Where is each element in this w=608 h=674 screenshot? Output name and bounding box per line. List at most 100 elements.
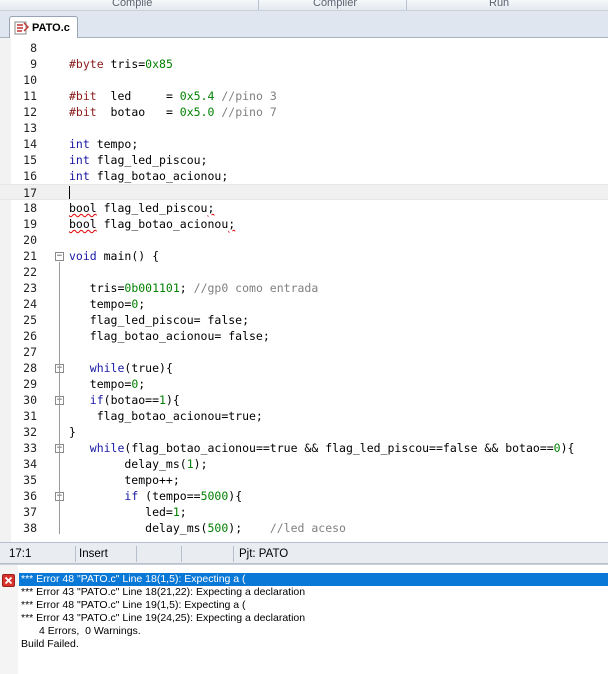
line-number: 23 <box>23 281 37 295</box>
line-number: 19 <box>23 217 37 231</box>
code-line[interactable]: 20 <box>0 232 608 248</box>
text-caret <box>69 186 70 199</box>
status-empty-cell <box>182 546 234 562</box>
code-text: int tempo; <box>69 137 139 151</box>
code-line[interactable]: 12 #bit botao = 0x5.0 //pino 7 <box>0 104 608 120</box>
line-number: 32 <box>23 425 37 439</box>
line-number: 36 <box>23 489 37 503</box>
code-line[interactable]: 28− while(true){ <box>0 360 608 376</box>
code-line[interactable]: 31 flag_botao_acionou=true; <box>0 408 608 424</box>
code-line[interactable]: 26 flag_botao_acionou= false; <box>0 328 608 344</box>
code-line[interactable]: 16 int flag_botao_acionou; <box>0 168 608 184</box>
code-text: delay_ms(1); <box>69 457 208 471</box>
code-text: tris=0b001101; //gp0 como entrada <box>69 281 319 295</box>
code-text: while(true){ <box>89 361 173 375</box>
code-line[interactable]: 24 tempo=0; <box>0 296 608 312</box>
code-text: #byte tris=0x85 <box>69 57 173 71</box>
code-editor[interactable]: 8 9 #byte tris=0x85 10 11 #bit led = 0x5.4 //… <box>0 38 608 542</box>
line-number: 16 <box>23 169 37 183</box>
line-number: 33 <box>23 441 37 455</box>
line-number: 34 <box>23 457 37 471</box>
code-line[interactable]: 27 <box>0 344 608 360</box>
fold-guide-line <box>59 262 60 534</box>
line-number: 38 <box>23 521 37 535</box>
code-text: led=1; <box>69 505 187 519</box>
code-line[interactable]: 29 tempo=0; <box>0 376 608 392</box>
code-text: } <box>69 425 76 439</box>
code-line[interactable]: 17 <box>0 184 608 200</box>
line-number: 31 <box>23 409 37 423</box>
code-line[interactable]: 21 − void main() { <box>0 248 608 264</box>
output-message[interactable]: *** Error 43 "PATO.c" Line 18(21,22): Ex… <box>19 586 608 599</box>
output-panel[interactable]: *** Error 48 "PATO.c" Line 18(1,5): Expe… <box>0 564 608 674</box>
line-number: 13 <box>23 121 37 135</box>
code-line[interactable]: 8 <box>0 40 608 56</box>
code-text: #bit botao = 0x5.0 //pino 7 <box>69 105 277 119</box>
code-text: while(flag_botao_acionou==true && flag_l… <box>89 441 575 455</box>
line-number: 17 <box>23 186 37 200</box>
ribbon-separator <box>258 0 259 10</box>
code-line[interactable]: 25 flag_led_piscou= false; <box>0 312 608 328</box>
code-text: bool flag_led_piscou; <box>69 201 215 215</box>
code-line[interactable]: 23 tris=0b001101; //gp0 como entrada <box>0 280 608 296</box>
code-line[interactable]: 22 <box>0 264 608 280</box>
code-line[interactable]: 10 <box>0 72 608 88</box>
code-line[interactable]: 11 #bit led = 0x5.4 //pino 3 <box>0 88 608 104</box>
c-source-file-icon <box>14 21 29 35</box>
code-text: #bit led = 0x5.4 //pino 3 <box>69 89 277 103</box>
line-number: 10 <box>23 73 37 87</box>
code-text: tempo=0; <box>69 377 146 391</box>
line-number: 25 <box>23 313 37 327</box>
output-message[interactable]: Build Failed. <box>19 638 608 651</box>
line-number: 8 <box>30 41 37 55</box>
code-text: if(botao==1){ <box>89 393 180 407</box>
code-line[interactable]: 34 delay_ms(1); <box>0 456 608 472</box>
line-number: 24 <box>23 297 37 311</box>
cursor-position: 17:1 <box>6 546 76 562</box>
output-message[interactable]: *** Error 43 "PATO.c" Line 19(24,25): Ex… <box>19 612 608 625</box>
code-line[interactable]: 18 bool flag_led_piscou; <box>0 200 608 216</box>
edit-mode: Insert <box>76 546 137 562</box>
code-line[interactable]: 35 tempo++; <box>0 472 608 488</box>
code-line[interactable]: 14 int tempo; <box>0 136 608 152</box>
code-text: delay_ms(500); //led aceso <box>69 521 346 535</box>
line-number: 9 <box>30 57 37 71</box>
line-number: 18 <box>23 201 37 215</box>
line-number: 27 <box>23 345 37 359</box>
line-number: 14 <box>23 137 37 151</box>
code-text: tempo++; <box>69 473 180 487</box>
tab-label: PATO.c <box>32 22 70 34</box>
code-text: flag_botao_acionou=true; <box>69 409 263 423</box>
code-text: bool flag_botao_acionou; <box>69 217 236 231</box>
ribbon-group-compile[interactable]: Compile <box>112 0 152 9</box>
code-line[interactable]: 19 bool flag_botao_acionou; <box>0 216 608 232</box>
fold-toggle-icon[interactable]: − <box>55 252 64 261</box>
code-line[interactable]: 15 int flag_led_piscou; <box>0 152 608 168</box>
code-text: if (tempo==5000){ <box>124 489 243 503</box>
error-x-icon <box>2 574 15 587</box>
output-message[interactable]: 4 Errors, 0 Warnings. <box>19 625 608 638</box>
line-number: 11 <box>23 89 37 103</box>
code-line[interactable]: 9 #byte tris=0x85 <box>0 56 608 72</box>
code-line[interactable]: 33− while(flag_botao_acionou==true && fl… <box>0 440 608 456</box>
line-number: 22 <box>23 265 37 279</box>
tab-pato-c[interactable]: PATO.c <box>9 16 78 39</box>
ribbon-group-run[interactable]: Run <box>489 0 509 9</box>
output-message[interactable]: *** Error 48 "PATO.c" Line 18(1,5): Expe… <box>19 573 608 586</box>
output-message[interactable]: *** Error 48 "PATO.c" Line 19(1,5): Expe… <box>19 599 608 612</box>
line-number: 26 <box>23 329 37 343</box>
code-line[interactable]: 36− if (tempo==5000){ <box>0 488 608 504</box>
line-number: 37 <box>23 505 37 519</box>
code-line[interactable]: 32} <box>0 424 608 440</box>
line-number: 12 <box>23 105 37 119</box>
project-name: Pjt: PATO <box>239 548 289 560</box>
code-line[interactable]: 30− if(botao==1){ <box>0 392 608 408</box>
status-bar: 17:1 Insert Pjt: PATO <box>0 542 608 564</box>
ribbon-group-bar: Compile Compiler Run <box>0 0 608 11</box>
line-number: 30 <box>23 393 37 407</box>
code-text: void main() { <box>69 249 160 263</box>
ribbon-group-compiler[interactable]: Compiler <box>313 0 357 9</box>
code-line[interactable]: 38 delay_ms(500); //led aceso <box>0 520 608 536</box>
code-line[interactable]: 37 led=1; <box>0 504 608 520</box>
code-line[interactable]: 13 <box>0 120 608 136</box>
